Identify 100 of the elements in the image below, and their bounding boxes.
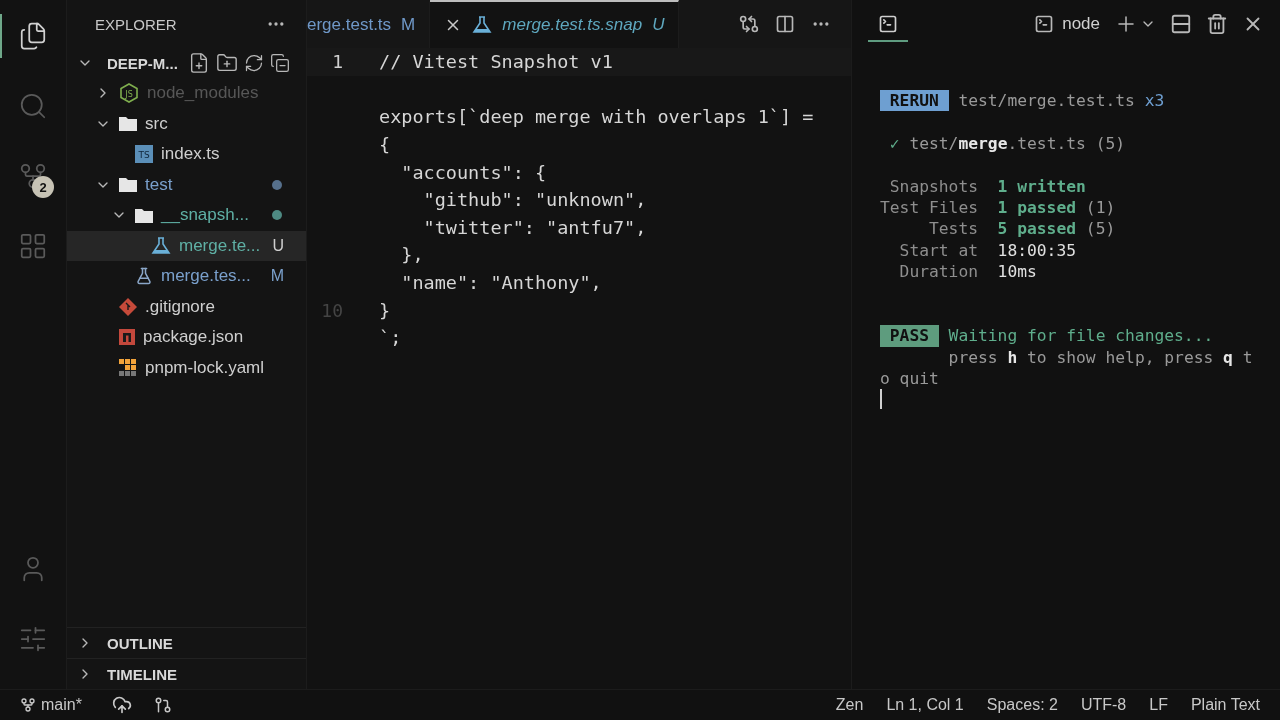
git-status: M — [270, 267, 284, 286]
tab-label: merge.test.ts.snap — [502, 15, 643, 35]
active-indicator — [0, 14, 2, 58]
status-item[interactable]: Zen — [835, 696, 864, 714]
section-title: TIMELINE — [107, 665, 177, 683]
code-line: "accounts": { — [400, 161, 547, 183]
search-icon[interactable] — [18, 91, 48, 121]
extensions-icon[interactable] — [18, 231, 48, 261]
terminal-icon[interactable] — [1034, 14, 1055, 34]
tab-label: erge.test.ts — [307, 15, 392, 35]
folder-icon — [119, 116, 137, 132]
text-cursor — [880, 389, 882, 410]
terminal-text: o quit — [880, 368, 939, 390]
flask-icon — [135, 267, 153, 286]
terminal-text: test/merge.test.ts (5) — [909, 132, 1126, 155]
status-badge: RERUN — [880, 90, 949, 112]
code-line: "github": "unknown", — [422, 189, 647, 211]
file-name: pnpm-lock.yaml — [145, 357, 266, 378]
git-status: M — [401, 15, 416, 35]
code-line: exports[`deep merge with overlaps 1`] = — [379, 106, 814, 128]
file-name: merge.te... — [179, 235, 262, 256]
tree-item[interactable]: src — [67, 108, 306, 139]
branch-name[interactable]: main* — [41, 696, 82, 714]
file-name: index.ts — [161, 144, 221, 165]
git-status: U — [652, 15, 665, 35]
tree-item[interactable]: .gitignore — [67, 291, 306, 322]
terminal-text: test/merge.test.ts — [958, 90, 1135, 112]
file-name: test — [145, 174, 174, 195]
compare-icon[interactable] — [739, 14, 759, 34]
source-control-icon[interactable] — [18, 161, 48, 191]
status-item[interactable]: LF — [1149, 696, 1168, 714]
typescript-icon: TS — [135, 145, 153, 164]
code-line: "name": "Anthony", — [400, 272, 602, 294]
tree-item[interactable]: merge.tes... M — [67, 261, 306, 292]
split-icon[interactable] — [1170, 13, 1192, 35]
stat-label: Snapshots — [888, 175, 978, 197]
stat-label: Tests — [928, 218, 978, 240]
folder-icon — [119, 177, 137, 193]
folder-icon — [135, 207, 153, 223]
file-name: node_modules — [147, 83, 260, 104]
hexagon-icon: JS — [119, 83, 139, 104]
count-badge: 2 — [32, 176, 54, 198]
tree-item[interactable]: TS index.ts — [67, 139, 306, 170]
stat-value: 18:00:35 — [997, 239, 1077, 262]
sidebar-title: EXPLORER — [95, 15, 177, 33]
tree-item[interactable]: pnpm-lock.yaml — [67, 352, 306, 383]
explorer-icon[interactable] — [18, 21, 48, 51]
status-item[interactable]: Ln 1, Col 1 — [886, 696, 964, 714]
pull-request-icon[interactable] — [153, 696, 172, 714]
git-status: U — [272, 236, 284, 255]
code-line: // Vitest Snapshot v1 — [379, 51, 613, 73]
code-line: { — [379, 134, 391, 156]
flask-icon — [472, 16, 493, 34]
shell-name[interactable]: node — [1062, 14, 1100, 34]
stat-value: 1 written — [997, 175, 1086, 197]
editor-tab[interactable]: erge.test.ts M — [307, 0, 431, 48]
file-name: .gitignore — [145, 296, 216, 317]
status-item[interactable]: UTF-8 — [1080, 696, 1127, 714]
tree-item[interactable]: JS node_modules — [67, 78, 306, 109]
code-line: }, — [400, 244, 424, 266]
collapse-icon[interactable] — [269, 53, 290, 73]
branch-icon[interactable] — [20, 697, 36, 713]
terminal-text: x3 — [1144, 90, 1165, 112]
stat-label: Duration — [898, 261, 978, 283]
terminal-text: press h to show help, press q t — [948, 346, 1253, 369]
file-name: package.json — [143, 327, 245, 348]
stat-count: (1) — [1085, 196, 1116, 219]
code-line: } — [379, 299, 391, 321]
project-name[interactable]: DEEP-M... — [107, 54, 178, 72]
tree-item[interactable]: test — [67, 169, 306, 200]
file-name: __snapsh... — [161, 205, 250, 226]
section-header[interactable]: OUTLINE — [67, 627, 306, 658]
stat-count: (5) — [1085, 218, 1116, 240]
editor-tab[interactable]: merge.test.ts.snap U — [430, 0, 680, 48]
new-folder-icon[interactable] — [215, 52, 238, 74]
file-name: merge.tes... — [161, 266, 252, 287]
code-line: "twitter": "antfu7", — [422, 216, 647, 238]
git-icon — [119, 297, 137, 316]
line-number: 1 — [331, 51, 343, 73]
sync-icon[interactable] — [111, 695, 132, 715]
manage-icon[interactable] — [18, 624, 48, 654]
stat-label: Test Files — [880, 196, 978, 219]
tree-item[interactable]: merge.te... U — [67, 230, 306, 261]
status-item[interactable]: Spaces: 2 — [986, 696, 1058, 714]
file-name: src — [145, 113, 169, 134]
refresh-icon[interactable] — [243, 53, 264, 73]
trash-icon[interactable] — [1206, 13, 1228, 35]
status-badge: PASS — [880, 325, 939, 347]
stat-label: Start at — [898, 239, 978, 262]
pnpm-icon — [119, 358, 137, 377]
tree-item[interactable]: __snapsh... — [67, 200, 306, 231]
split-icon[interactable] — [775, 14, 795, 34]
status-item[interactable]: Plain Text — [1190, 696, 1260, 714]
stat-value: 5 passed — [997, 218, 1077, 240]
section-title: OUTLINE — [107, 634, 173, 652]
terminal-text: Waiting for file changes... — [948, 325, 1214, 347]
code-line: `; — [379, 327, 402, 349]
flask-icon — [151, 236, 171, 255]
tree-item[interactable]: package.json — [67, 322, 306, 353]
npm-icon — [119, 329, 135, 346]
